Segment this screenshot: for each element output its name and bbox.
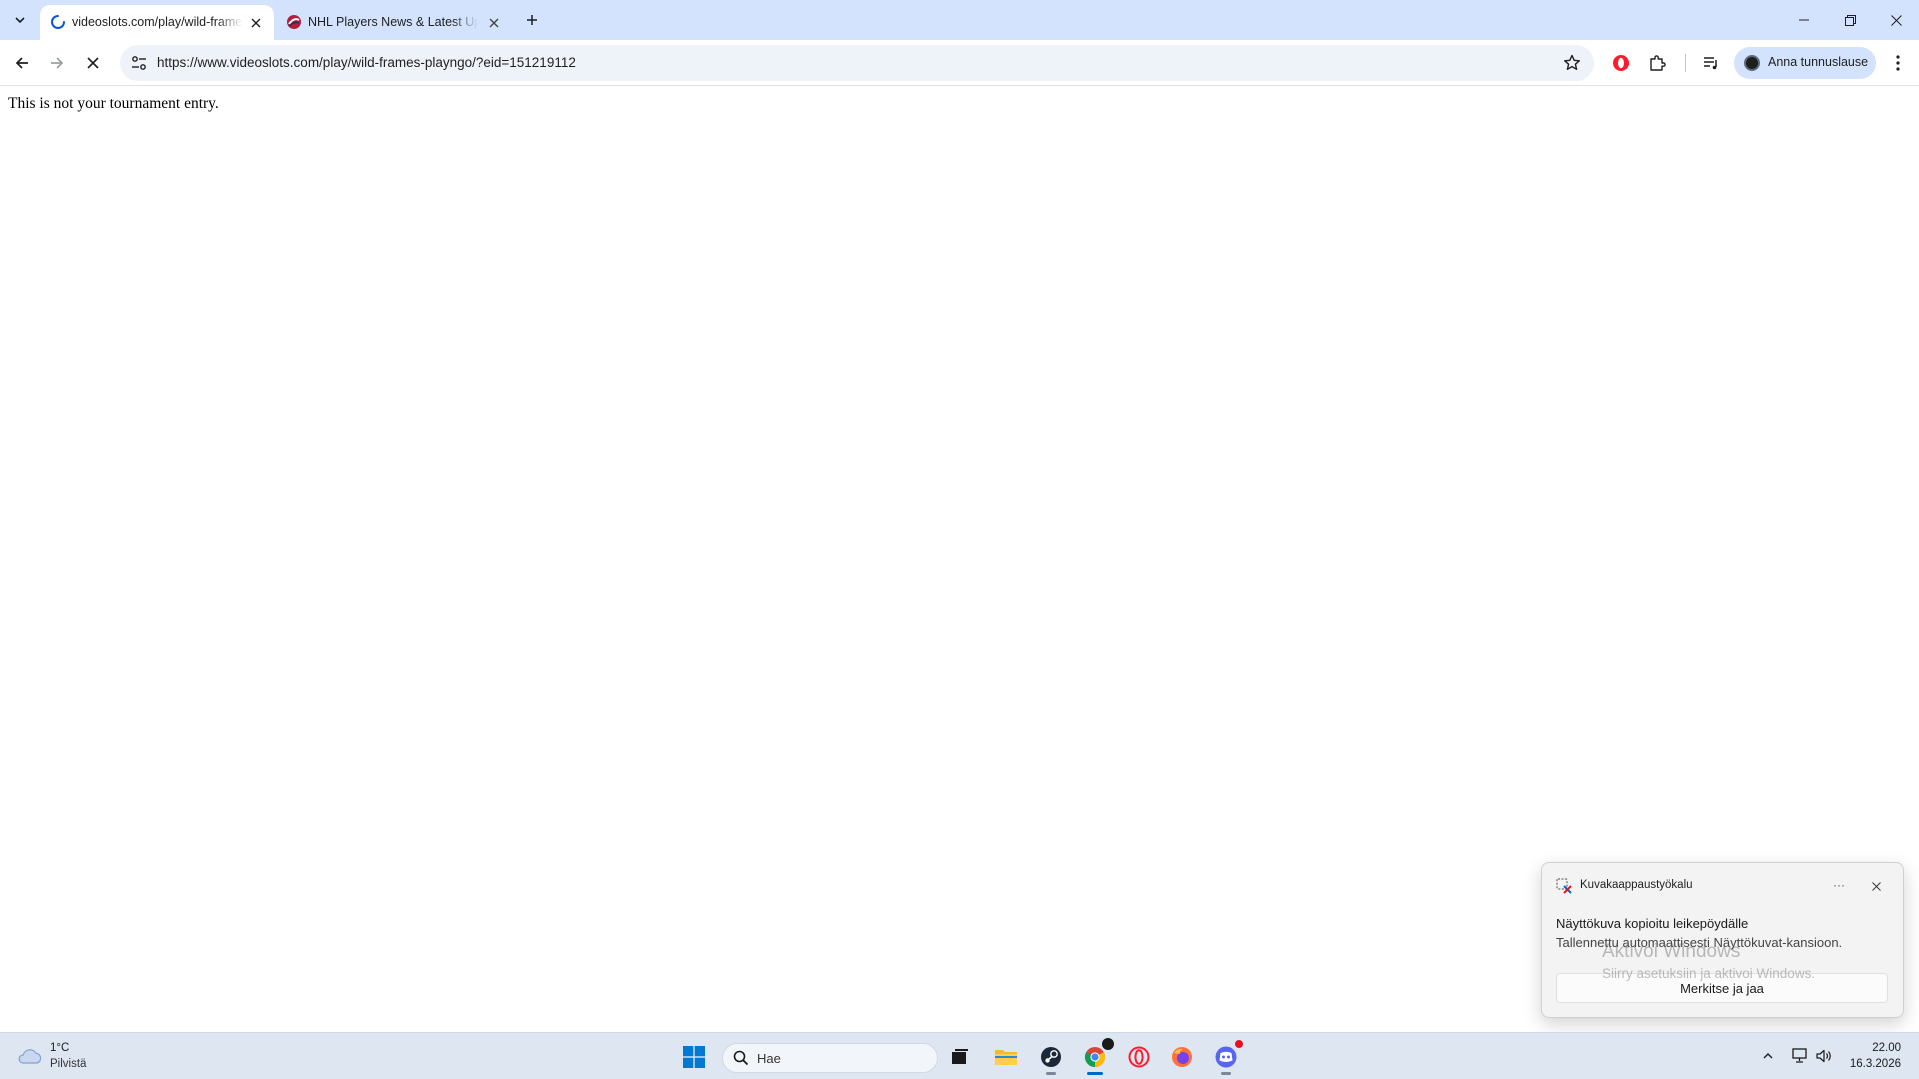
opera-icon [1613, 55, 1629, 71]
close-tab-icon[interactable] [486, 15, 502, 31]
notification-more-button[interactable]: ··· [1827, 875, 1851, 895]
task-view-icon [952, 1049, 968, 1064]
clock[interactable]: 22.00 16.3.2026 [1840, 1033, 1919, 1079]
close-icon [1890, 14, 1902, 26]
firefox-icon [1172, 1047, 1192, 1067]
bookmark-star-icon[interactable] [1562, 53, 1582, 73]
forward-button[interactable] [41, 47, 73, 79]
stop-loading-button[interactable] [77, 47, 109, 79]
discord-button[interactable] [1210, 1038, 1245, 1075]
chevron-down-icon [15, 17, 25, 24]
chrome-button[interactable] [1079, 1038, 1114, 1075]
search-icon [733, 1050, 749, 1066]
close-icon [87, 57, 99, 69]
chevron-up-icon [1763, 1053, 1773, 1059]
minimize-icon [1799, 19, 1809, 21]
restore-icon [1844, 14, 1856, 26]
network-icon [1792, 1048, 1807, 1063]
close-window-button[interactable] [1873, 0, 1919, 40]
browser-menu-button[interactable] [1882, 47, 1914, 79]
notification-app-name: Kuvakaappaustyökalu [1580, 879, 1693, 891]
address-bar[interactable]: https://www.videoslots.com/play/wild-fra… [120, 45, 1594, 81]
network-status[interactable] [1789, 1045, 1811, 1067]
arrow-left-icon [15, 57, 28, 69]
tab-nhl-players[interactable]: NHL Players News & Latest Updates [276, 5, 512, 40]
notification-close-button[interactable] [1864, 875, 1888, 897]
steam-button[interactable] [1035, 1041, 1067, 1075]
new-tab-button[interactable] [520, 8, 544, 32]
more-vertical-icon [1896, 55, 1900, 71]
clock-date: 16.3.2026 [1849, 1058, 1901, 1070]
discord-icon [1215, 1046, 1237, 1068]
activation-watermark-title: Aktivoi Windows [1602, 941, 1741, 962]
cloud-icon [18, 1049, 42, 1064]
opera-button[interactable] [1123, 1041, 1155, 1073]
running-indicator [1046, 1072, 1056, 1075]
tab-strip: videoslots.com/play/wild-frames-playngo/… [0, 0, 1919, 40]
notification-badge [1233, 1038, 1245, 1050]
extensions-button[interactable] [1641, 47, 1673, 79]
restore-button[interactable] [1827, 0, 1873, 40]
tab-videoslots[interactable]: videoslots.com/play/wild-frames-playngo/… [40, 5, 274, 40]
page-message: This is not your tournament entry. [8, 95, 219, 112]
media-controls-button[interactable] [1695, 47, 1727, 79]
avatar [1744, 55, 1760, 71]
activation-watermark-subtitle: Siirry asetuksiin ja aktivoi Windows. [1602, 966, 1816, 981]
snipping-tool-notification[interactable]: Kuvakaappaustyökalu ··· Näyttökuva kopio… [1541, 862, 1904, 1018]
file-explorer-button[interactable] [990, 1041, 1022, 1073]
weather-widget[interactable]: 1°C Pilvistä [0, 1033, 120, 1079]
tab-title: videoslots.com/play/wild-frames-playngo/… [72, 15, 242, 29]
show-hidden-icons-button[interactable] [1757, 1045, 1779, 1067]
profile-button[interactable]: Anna tunnuslause [1734, 47, 1876, 79]
loading-spinner-icon [51, 15, 65, 29]
notification-title: Näyttökuva kopioitu leikepöydälle [1556, 916, 1749, 931]
volume-control[interactable] [1813, 1045, 1835, 1067]
snipping-tool-icon [1556, 878, 1572, 894]
tab-title: NHL Players News & Latest Updates [308, 15, 478, 29]
taskbar: 1°C Pilvistä Hae 22.00 16.3.2026 [0, 1032, 1919, 1079]
opera-icon [1128, 1046, 1150, 1068]
tab-search-button[interactable] [8, 8, 32, 32]
folder-icon [995, 1050, 1017, 1065]
opera-extension-button[interactable] [1605, 47, 1637, 79]
start-button[interactable] [678, 1041, 710, 1073]
url-text[interactable]: https://www.videoslots.com/play/wild-fra… [157, 55, 576, 70]
puzzle-icon [1650, 55, 1666, 71]
taskbar-search[interactable]: Hae [722, 1043, 938, 1073]
chrome-icon [1084, 1047, 1106, 1068]
clock-time: 22.00 [1872, 1042, 1901, 1054]
firefox-button[interactable] [1166, 1041, 1198, 1073]
running-indicator [1221, 1072, 1231, 1075]
site-info-icon[interactable] [130, 54, 148, 72]
plus-icon [527, 15, 537, 25]
steam-icon [1041, 1047, 1061, 1067]
speaker-icon [1816, 1049, 1831, 1063]
back-button[interactable] [6, 47, 38, 79]
minimize-button[interactable] [1781, 0, 1827, 40]
profile-label: Anna tunnuslause [1768, 55, 1869, 69]
nhl-favicon-icon [287, 15, 301, 29]
close-icon [1871, 881, 1881, 891]
notification-badge [1102, 1038, 1114, 1050]
toolbar-divider [1685, 54, 1686, 72]
weather-description: Pilvistä [50, 1058, 87, 1070]
arrow-right-icon [51, 57, 64, 69]
weather-temperature: 1°C [50, 1042, 70, 1054]
browser-toolbar: https://www.videoslots.com/play/wild-fra… [0, 40, 1919, 86]
windows-logo-icon [683, 1046, 705, 1068]
task-view-button[interactable] [944, 1041, 976, 1073]
playlist-icon [1704, 57, 1717, 70]
active-indicator [1087, 1072, 1103, 1075]
search-placeholder: Hae [757, 1051, 781, 1066]
close-tab-icon[interactable] [248, 15, 264, 31]
